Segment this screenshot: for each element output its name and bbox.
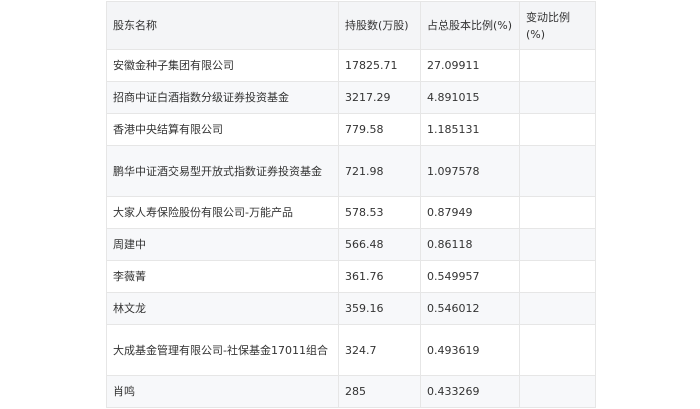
cell-share-ratio: 0.493619 <box>420 324 520 376</box>
table-row: 大成基金管理有限公司-社保基金17011组合 324.7 0.493619 <box>106 324 596 376</box>
header-shares-held: 持股数(万股) <box>338 1 421 50</box>
table-row: 安徽金种子集团有限公司 17825.71 27.09911 <box>106 49 596 82</box>
table-row: 周建中 566.48 0.86118 <box>106 228 596 261</box>
cell-share-ratio: 0.549957 <box>420 260 520 293</box>
table-row: 肖鸣 285 0.433269 <box>106 375 596 408</box>
cell-shareholder-name: 李薇菁 <box>106 260 339 293</box>
table-row: 大家人寿保险股份有限公司-万能产品 578.53 0.87949 <box>106 196 596 229</box>
table-row: 鹏华中证酒交易型开放式指数证券投资基金 721.98 1.097578 <box>106 145 596 197</box>
cell-shares-held: 359.16 <box>338 292 421 325</box>
shareholders-table: 股东名称 持股数(万股) 占总股本比例(%) 变动比例(%) 安徽金种子集团有限… <box>106 1 596 408</box>
cell-change-ratio <box>519 292 596 325</box>
cell-shares-held: 285 <box>338 375 421 408</box>
cell-shareholder-name: 肖鸣 <box>106 375 339 408</box>
table-header: 股东名称 持股数(万股) 占总股本比例(%) 变动比例(%) <box>106 1 596 50</box>
cell-shares-held: 566.48 <box>338 228 421 261</box>
cell-shareholder-name: 安徽金种子集团有限公司 <box>106 49 339 82</box>
header-shareholder-name: 股东名称 <box>106 1 339 50</box>
cell-shares-held: 721.98 <box>338 145 421 197</box>
cell-change-ratio <box>519 324 596 376</box>
cell-shareholder-name: 大成基金管理有限公司-社保基金17011组合 <box>106 324 339 376</box>
cell-shares-held: 779.58 <box>338 113 421 146</box>
header-row: 股东名称 持股数(万股) 占总股本比例(%) 变动比例(%) <box>106 1 596 50</box>
table-row: 林文龙 359.16 0.546012 <box>106 292 596 325</box>
cell-change-ratio <box>519 375 596 408</box>
cell-change-ratio <box>519 145 596 197</box>
cell-share-ratio: 0.546012 <box>420 292 520 325</box>
cell-shareholder-name: 招商中证白酒指数分级证券投资基金 <box>106 81 339 114</box>
cell-shares-held: 17825.71 <box>338 49 421 82</box>
cell-shareholder-name: 林文龙 <box>106 292 339 325</box>
cell-share-ratio: 0.433269 <box>420 375 520 408</box>
cell-share-ratio: 1.097578 <box>420 145 520 197</box>
cell-shareholder-name: 周建中 <box>106 228 339 261</box>
cell-shareholder-name: 香港中央结算有限公司 <box>106 113 339 146</box>
cell-shareholder-name: 鹏华中证酒交易型开放式指数证券投资基金 <box>106 145 339 197</box>
cell-share-ratio: 27.09911 <box>420 49 520 82</box>
cell-share-ratio: 0.87949 <box>420 196 520 229</box>
cell-share-ratio: 0.86118 <box>420 228 520 261</box>
cell-shares-held: 361.76 <box>338 260 421 293</box>
cell-share-ratio: 4.891015 <box>420 81 520 114</box>
cell-shares-held: 324.7 <box>338 324 421 376</box>
cell-shares-held: 3217.29 <box>338 81 421 114</box>
header-share-ratio: 占总股本比例(%) <box>420 1 520 50</box>
cell-change-ratio <box>519 49 596 82</box>
cell-change-ratio <box>519 228 596 261</box>
cell-change-ratio <box>519 113 596 146</box>
cell-change-ratio <box>519 81 596 114</box>
header-change-ratio: 变动比例(%) <box>519 1 596 50</box>
cell-change-ratio <box>519 260 596 293</box>
table-body: 安徽金种子集团有限公司 17825.71 27.09911 招商中证白酒指数分级… <box>106 49 596 408</box>
table-row: 香港中央结算有限公司 779.58 1.185131 <box>106 113 596 146</box>
cell-shares-held: 578.53 <box>338 196 421 229</box>
table-row: 招商中证白酒指数分级证券投资基金 3217.29 4.891015 <box>106 81 596 114</box>
cell-share-ratio: 1.185131 <box>420 113 520 146</box>
table-row: 李薇菁 361.76 0.549957 <box>106 260 596 293</box>
cell-change-ratio <box>519 196 596 229</box>
cell-shareholder-name: 大家人寿保险股份有限公司-万能产品 <box>106 196 339 229</box>
